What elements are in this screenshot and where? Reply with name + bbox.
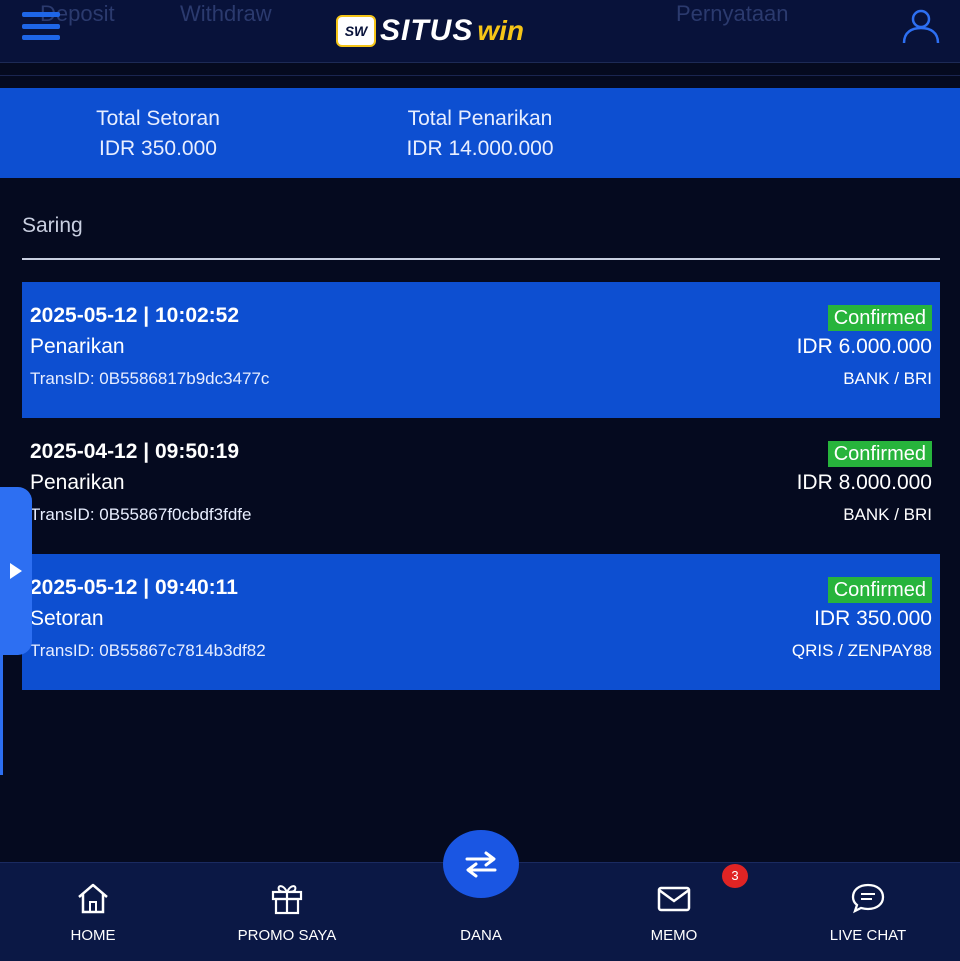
transaction-id: TransID: 0B55867f0cbdf3fdfe — [30, 505, 252, 524]
transaction-type: Penarikan — [30, 471, 125, 494]
nav-home-label: HOME — [70, 927, 116, 944]
summary-panel: Total Setoran IDR 350.000 Total Penarika… — [0, 88, 960, 178]
total-withdraw-value: IDR 14.000.000 — [406, 137, 554, 160]
nav-live-chat[interactable]: LIVE CHAT — [793, 881, 943, 944]
transaction-datetime: 2025-05-12 | 09:40:11 — [30, 576, 238, 599]
side-panel-toggle[interactable] — [0, 487, 32, 655]
transaction-method: BANK / BRI — [843, 505, 932, 524]
transaction-row[interactable]: 2025-05-12 | 10:02:52 Penarikan TransID:… — [22, 282, 940, 418]
nav-live-chat-label: LIVE CHAT — [829, 927, 907, 944]
total-deposit: Total Setoran IDR 350.000 — [58, 104, 258, 164]
site-logo[interactable]: SW SITUS win — [336, 14, 524, 48]
header-divider — [0, 75, 960, 76]
total-deposit-value: IDR 350.000 — [99, 137, 217, 160]
transaction-id: TransID: 0B55867c7814b3df82 — [30, 641, 266, 660]
filter-toggle[interactable]: Saring — [22, 214, 83, 238]
transaction-method: BANK / BRI — [843, 369, 932, 388]
nav-memo[interactable]: MEMO — [599, 881, 749, 944]
transaction-datetime: 2025-04-12 | 09:50:19 — [30, 440, 240, 463]
transfer-icon — [465, 851, 497, 878]
transaction-method: QRIS / ZENPAY88 — [791, 641, 932, 660]
home-icon — [78, 883, 108, 914]
status-badge: Confirmed — [827, 305, 932, 331]
side-panel-edge — [0, 655, 3, 775]
status-badge: Confirmed — [827, 577, 932, 603]
logo-badge: SW — [336, 15, 376, 47]
nav-dana-label: DANA — [460, 927, 502, 944]
play-arrow-icon — [10, 563, 22, 579]
transaction-row[interactable]: 2025-05-12 | 09:40:11 Setoran TransID: 0… — [22, 554, 940, 690]
transaction-amount: IDR 350.000 — [814, 607, 932, 630]
chat-icon — [851, 883, 885, 914]
total-deposit-label: Total Setoran — [96, 107, 220, 130]
mail-icon — [657, 886, 691, 912]
nav-home[interactable]: HOME — [18, 881, 168, 944]
tab-withdraw[interactable]: Withdraw — [180, 0, 272, 28]
transaction-amount: IDR 6.000.000 — [796, 335, 932, 358]
transaction-type: Setoran — [30, 607, 104, 630]
transaction-type: Penarikan — [30, 335, 125, 358]
total-withdraw-label: Total Penarikan — [407, 107, 553, 130]
nav-memo-label: MEMO — [650, 927, 698, 944]
transaction-row[interactable]: 2025-04-12 | 09:50:19 Penarikan TransID:… — [22, 418, 940, 554]
total-withdraw: Total Penarikan IDR 14.000.000 — [380, 104, 580, 164]
logo-text-win: win — [477, 15, 525, 46]
top-header: Deposit Withdraw Pernyataan SW SITUS win — [0, 0, 960, 63]
transaction-id: TransID: 0B5586817b9dc3477c — [30, 369, 270, 388]
logo-text-situs: SITUS — [380, 14, 474, 47]
gift-icon — [271, 885, 303, 915]
nav-promo-label: PROMO SAYA — [237, 927, 337, 944]
nav-promo[interactable]: PROMO SAYA — [212, 881, 362, 944]
transaction-amount: IDR 8.000.000 — [796, 471, 932, 494]
menu-icon[interactable] — [22, 12, 60, 40]
filter-divider — [22, 258, 940, 260]
transaction-datetime: 2025-05-12 | 10:02:52 — [30, 304, 240, 327]
memo-count-badge: 3 — [722, 864, 748, 888]
user-profile-icon[interactable] — [900, 8, 942, 44]
tab-pernyataan[interactable]: Pernyataan — [676, 0, 789, 28]
status-badge: Confirmed — [827, 441, 932, 467]
dana-transfer-button[interactable] — [443, 830, 519, 898]
